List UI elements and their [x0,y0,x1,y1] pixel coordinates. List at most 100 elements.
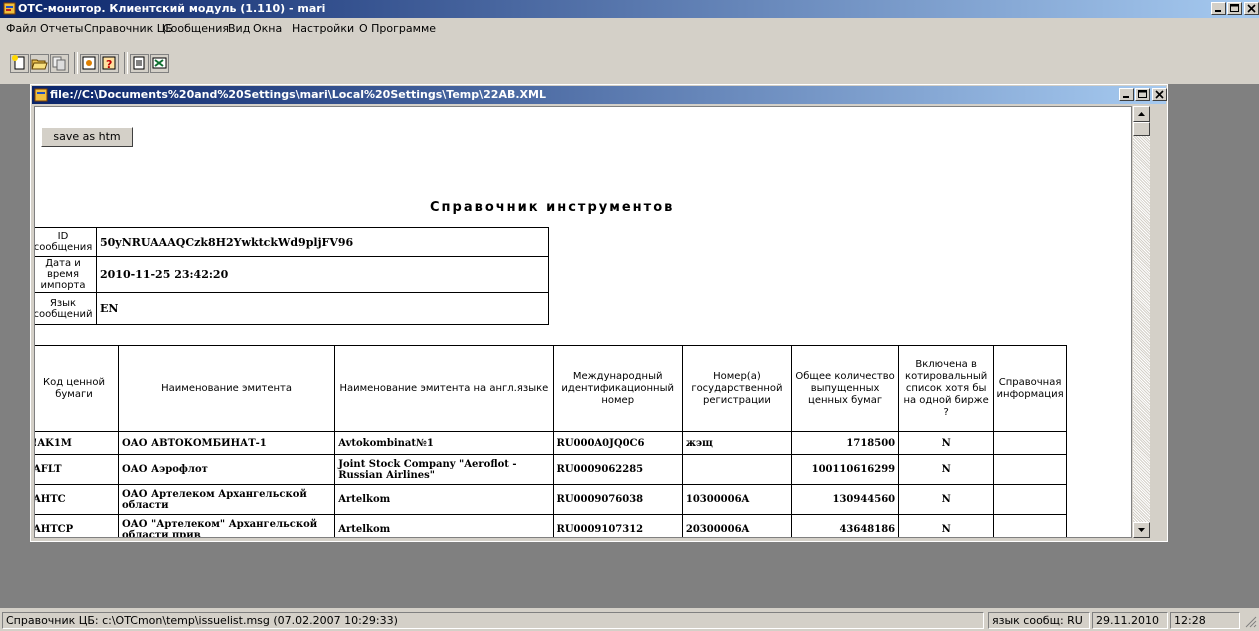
copy-button[interactable] [50,54,69,73]
menu-messages[interactable]: Сообщения [163,22,229,35]
instruments-table: Код ценной бумаги Наименование эмитента … [35,345,1067,537]
status-language: язык сообщ: RU [988,612,1090,629]
maximize-button[interactable] [1227,2,1242,15]
menu-view[interactable]: Вид [228,22,250,35]
close-icon [1155,90,1164,99]
toolbar-separator [74,52,78,74]
cell-code: AHTCP [35,514,119,537]
cell-registration-number: 20300006A [681,514,793,537]
message-id-value: 50yNRUAAAQCzk8H2YwktckWd9pljFV96 [96,227,549,257]
document-button[interactable] [130,54,149,73]
open-folder-icon [31,59,48,70]
app-icon [3,2,16,15]
cell-isin: RU0009076038 [552,484,683,515]
child-maximize-button[interactable] [1135,88,1150,101]
cell-issuer-name: ОАО Аэрофлот [117,454,336,485]
cell-registration-number: жэщ [681,431,793,455]
menu-reports[interactable]: Отчеты [40,22,83,35]
child-close-button[interactable] [1152,88,1167,101]
menu-securities-directory[interactable]: Справочник ЦБ [84,22,173,35]
app-title: OTC-монитор. Клиентский модуль (1.110) -… [18,2,326,15]
message-language-label: Язык сообщений [35,292,97,325]
document-window-title: file://C:\Documents%20and%20Settings\mar… [50,88,546,101]
html-view[interactable]: save as htm Справочник инструментов ID с… [34,106,1132,538]
document-window-title-bar[interactable]: file://C:\Documents%20and%20Settings\mar… [32,86,1167,104]
message-language-value: EN [96,292,549,325]
cell-issuer-name: ОАО Артелеком Архангельской области [117,484,336,515]
cell-registration-number [681,454,793,485]
menu-about[interactable]: О Программе [359,22,436,35]
save-as-htm-button[interactable]: save as htm [41,127,133,147]
scroll-up-button[interactable] [1133,106,1150,122]
help-doc-button[interactable]: ? [100,54,119,73]
status-time: 12:28 [1170,612,1240,629]
cell-issuer-name-en: Artelkom [334,484,554,515]
document-window-icon [34,88,48,102]
cell-issuer-name: ОАО "Артелеком" Архангельской области пр… [117,514,336,537]
settings-doc-button[interactable] [80,54,99,73]
close-button[interactable] [1244,2,1259,15]
col-header-reference-info: Справочная информация [993,345,1067,432]
cell-code: AHTC [35,484,119,515]
svg-text:?: ? [106,58,112,71]
page-heading: Справочник инструментов [430,200,675,215]
cell-reference-info [993,514,1067,537]
scroll-down-button[interactable] [1133,522,1150,538]
col-header-issuer-name-en: Наименование эмитента на англ.языке [334,345,554,432]
menu-settings[interactable]: Настройки [292,22,354,35]
cell-reference-info [993,484,1067,515]
col-header-listed: Включена в котировальный список хотя бы … [898,345,995,432]
status-file-info: Справочник ЦБ: c:\OTCmon\temp\issuelist.… [2,612,984,629]
col-header-code: Код ценной бумаги [35,345,119,432]
minimize-icon [1123,96,1129,98]
col-header-issuer-name: Наименование эмитента [117,345,336,432]
col-header-isin: Международный идентификационный номер [552,345,683,432]
open-button[interactable] [30,54,49,73]
col-header-total-issued: Общее количество выпущенных ценных бумаг [791,345,900,432]
cell-isin: RU0009107312 [552,514,683,537]
cell-code: AFLT [35,454,119,485]
cell-isin: RU0009062285 [552,454,683,485]
minimize-icon [1215,10,1221,12]
toolbar [0,38,1259,84]
menu-bar: Файл Отчеты Справочник ЦБ Сообщения Вид … [0,18,1259,38]
document-icon [133,56,145,70]
cell-reference-info [993,454,1067,485]
table-row: AFLT ОАО Аэрофлот Joint Stock Company "A… [35,454,1067,485]
toolbar-separator [124,52,128,74]
status-date: 29.11.2010 [1092,612,1168,629]
minimize-button[interactable] [1211,2,1226,15]
cell-listed: N [898,454,995,485]
menu-file[interactable]: Файл [6,22,36,35]
cell-total-issued: 43648186 [791,514,900,537]
new-file-button[interactable] [10,54,29,73]
menu-windows[interactable]: Окна [253,22,282,35]
arrow-down-icon [1138,528,1145,532]
app-title-bar[interactable]: OTC-монитор. Клиентский модуль (1.110) -… [0,0,1259,18]
cell-issuer-name-en: Joint Stock Company "Aeroflot - Russian … [334,454,554,485]
message-info-table: ID сообщения 50yNRUAAAQCzk8H2YwktckWd9pl… [35,227,549,325]
cell-total-issued: 130944560 [791,484,900,515]
table-row: AHTC ОАО Артелеком Архангельской области… [35,484,1067,515]
cell-total-issued: 100110616299 [791,454,900,485]
cell-issuer-name-en: Avtokombinat№1 [334,431,554,455]
vertical-scrollbar[interactable] [1133,106,1150,538]
import-datetime-label: Дата и время импорта [35,256,97,293]
child-minimize-button[interactable] [1119,88,1134,101]
cell-issuer-name: ОАО АВТОКОМБИНАТ-1 [117,431,336,455]
message-id-label: ID сообщения [35,227,97,257]
new-file-icon [12,55,25,70]
resize-grip-icon[interactable] [1244,615,1257,628]
close-icon [1247,4,1256,13]
settings-doc-icon [82,56,96,70]
help-doc-icon: ? [102,56,116,71]
cell-issuer-name-en: Artelkom [334,514,554,537]
table-row: !AK1M ОАО АВТОКОМБИНАТ-1 Avtokombinat№1 … [35,431,1067,455]
scroll-thumb[interactable] [1133,122,1150,136]
maximize-icon [1230,4,1239,12]
cell-listed: N [898,484,995,515]
excel-icon [152,57,167,69]
col-header-registration-number: Номер(а) государственной регистрации [681,345,793,432]
import-datetime-value: 2010-11-25 23:42:20 [96,256,549,293]
excel-button[interactable] [150,54,169,73]
